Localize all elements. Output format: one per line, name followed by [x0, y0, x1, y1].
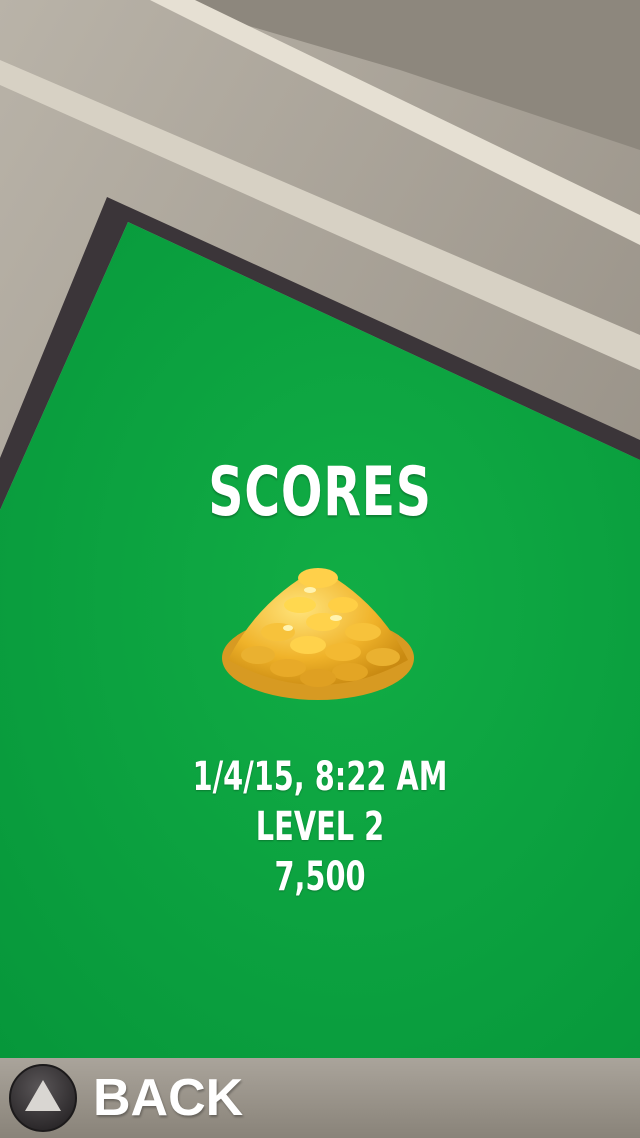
screen-title: SCORES — [208, 453, 432, 532]
score-level: LEVEL 2 — [255, 804, 385, 850]
back-label: BACK — [93, 1069, 244, 1127]
bottom-bar: BACK — [0, 1058, 640, 1138]
score-date: 1/4/15, 8:22 AM — [192, 754, 448, 800]
score-value: 7,500 — [274, 854, 366, 900]
back-button[interactable]: BACK — [0, 1058, 250, 1138]
gold-coin-pile-icon — [222, 568, 414, 700]
up-triangle-icon — [9, 1064, 77, 1132]
